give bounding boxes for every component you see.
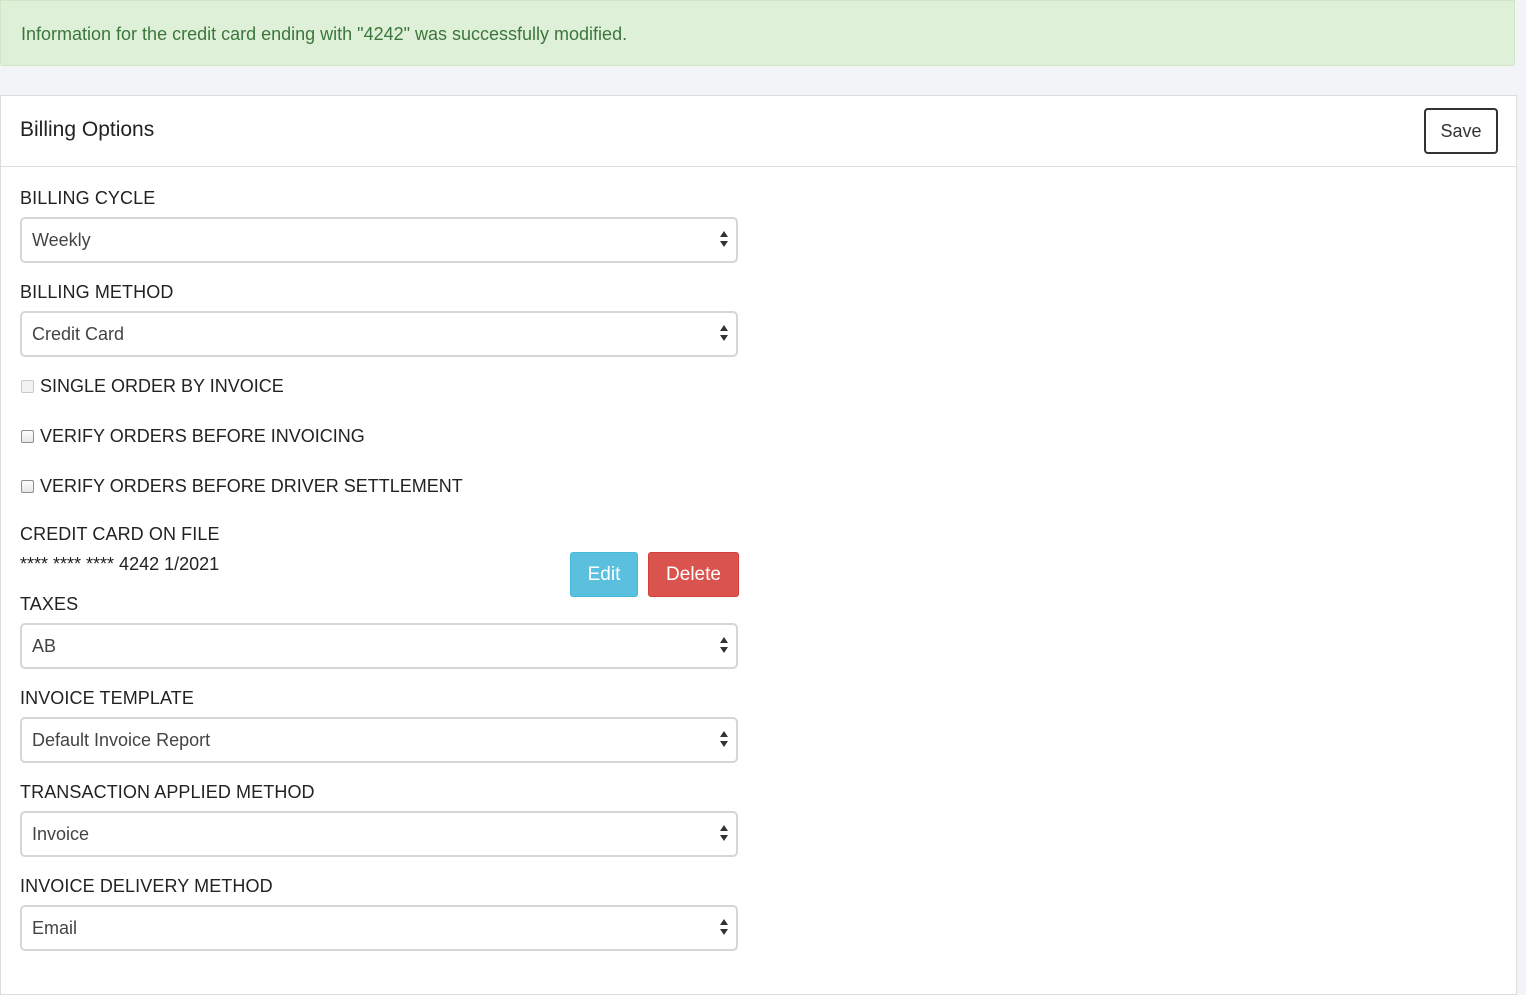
taxes-value: AB [32, 636, 57, 656]
billing-method-value: Credit Card [32, 324, 125, 344]
billing-method-label: BILLING METHOD [20, 282, 174, 302]
select-arrows-icon [720, 825, 728, 841]
select-arrows-icon [720, 919, 728, 935]
credit-card-label: CREDIT CARD ON FILE [20, 524, 220, 544]
transaction-applied-method-value: Invoice [32, 824, 90, 844]
verify-orders-before-driver-settlement-checkbox[interactable] [21, 480, 34, 493]
taxes-select[interactable]: AB [20, 623, 738, 669]
verify-orders-before-invoicing-label[interactable]: VERIFY ORDERS BEFORE INVOICING [40, 426, 365, 447]
select-arrows-icon [720, 731, 728, 747]
billing-cycle-value: Weekly [32, 230, 91, 250]
success-alert: Information for the credit card ending w… [0, 0, 1515, 66]
invoice-delivery-method-value: Email [32, 918, 78, 938]
billing-options-panel: Billing Options Save BILLING CYCLE Weekl… [0, 95, 1517, 995]
alert-message: Information for the credit card ending w… [21, 24, 628, 44]
credit-card-value: **** **** **** 4242 1/2021 [20, 554, 220, 574]
select-arrows-icon [720, 325, 728, 341]
billing-method-select[interactable]: Credit Card [20, 311, 738, 357]
billing-cycle-label: BILLING CYCLE [20, 188, 156, 208]
taxes-label: TAXES [20, 594, 79, 614]
billing-cycle-select[interactable]: Weekly [20, 217, 738, 263]
invoice-delivery-method-select[interactable]: Email [20, 905, 738, 951]
invoice-template-label: INVOICE TEMPLATE [20, 688, 194, 708]
save-button[interactable]: Save [1424, 108, 1498, 154]
invoice-template-value: Default Invoice Report [32, 730, 211, 750]
invoice-template-select[interactable]: Default Invoice Report [20, 717, 738, 763]
edit-card-button[interactable]: Edit [570, 552, 638, 597]
delete-card-button[interactable]: Delete [648, 552, 739, 597]
single-order-by-invoice-checkbox [21, 380, 34, 393]
panel-title: Billing Options [20, 118, 155, 141]
panel-heading: Billing Options Save [1, 96, 1516, 167]
verify-orders-before-invoicing-checkbox[interactable] [21, 430, 34, 443]
invoice-delivery-method-label: INVOICE DELIVERY METHOD [20, 876, 273, 896]
transaction-applied-method-label: TRANSACTION APPLIED METHOD [20, 782, 315, 802]
select-arrows-icon [720, 231, 728, 247]
single-order-by-invoice-label: SINGLE ORDER BY INVOICE [40, 376, 284, 396]
verify-orders-before-driver-settlement-label[interactable]: VERIFY ORDERS BEFORE DRIVER SETTLEMENT [40, 476, 463, 497]
select-arrows-icon [720, 637, 728, 653]
transaction-applied-method-select[interactable]: Invoice [20, 811, 738, 857]
